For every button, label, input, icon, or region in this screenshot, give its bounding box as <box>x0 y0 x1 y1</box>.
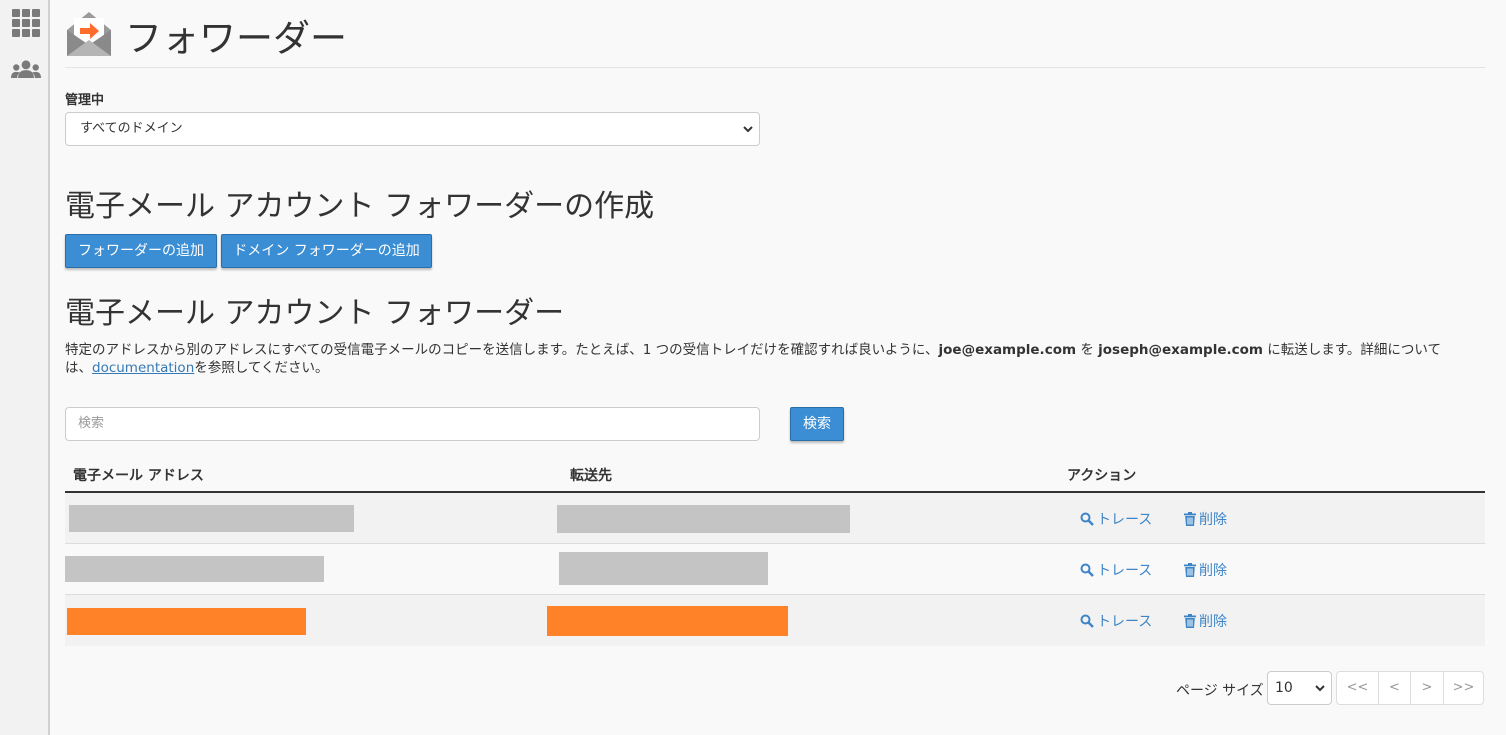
trace-label: トレース <box>1097 614 1153 630</box>
description-text-4: を参照してください。 <box>194 360 329 376</box>
redacted-destination <box>557 505 850 533</box>
description-text-2: を <box>1076 342 1099 358</box>
page-header: フォワーダー <box>65 10 1485 68</box>
page-size-select[interactable]: 10 <box>1267 671 1332 705</box>
forwarders-table: 電子メール アドレス 転送先 アクション トレース 削除 トレース 削除 トレー… <box>65 456 1485 646</box>
trace-label: トレース <box>1097 512 1153 528</box>
column-header-actions: アクション <box>1067 468 1137 484</box>
table-header: 電子メール アドレス 転送先 アクション <box>65 456 1485 493</box>
search-input[interactable]: 検索 <box>65 407 760 441</box>
add-forwarder-button[interactable]: フォワーダーの追加 <box>65 234 217 268</box>
delete-label: 削除 <box>1199 614 1227 630</box>
page-size-value: 10 <box>1275 680 1293 696</box>
forwarders-description: 特定のアドレスから別のアドレスにすべての受信電子メールのコピーを送信します。たと… <box>65 341 1465 377</box>
email-forward-icon <box>67 12 111 56</box>
sidebar <box>0 0 50 735</box>
redacted-email <box>65 556 324 582</box>
domain-select-value: すべてのドメイン <box>80 121 183 136</box>
trash-icon <box>1184 614 1196 628</box>
redacted-email <box>69 505 354 532</box>
create-forwarder-heading: 電子メール アカウント フォワーダーの作成 <box>65 189 655 224</box>
delete-link[interactable]: 削除 <box>1184 611 1227 631</box>
users-icon[interactable] <box>11 57 41 85</box>
search-input-placeholder: 検索 <box>78 416 105 431</box>
prev-page-button[interactable]: < <box>1378 672 1410 704</box>
last-page-button[interactable]: >> <box>1443 672 1483 704</box>
search-button[interactable]: 検索 <box>790 407 844 441</box>
managing-label: 管理中 <box>65 93 105 108</box>
trace-link[interactable]: トレース <box>1080 611 1152 631</box>
chevron-down-icon <box>743 126 753 133</box>
redacted-destination <box>547 606 788 636</box>
table-row: トレース 削除 <box>65 544 1485 595</box>
pagination: << < > >> <box>1336 671 1484 705</box>
delete-link[interactable]: 削除 <box>1184 560 1227 580</box>
table-row: トレース 削除 <box>65 595 1485 646</box>
column-header-email[interactable]: 電子メール アドレス <box>73 465 204 485</box>
page-size-label: ページ サイズ <box>1176 683 1264 699</box>
trace-label: トレース <box>1097 563 1153 579</box>
trace-link[interactable]: トレース <box>1080 560 1152 580</box>
main-content: フォワーダー 管理中 すべてのドメイン 電子メール アカウント フォワーダーの作… <box>65 0 1485 735</box>
table-row: トレース 削除 <box>65 493 1485 544</box>
next-page-button[interactable]: > <box>1410 672 1443 704</box>
description-email-1: joe@example.com <box>938 342 1077 358</box>
delete-label: 削除 <box>1199 563 1227 579</box>
redacted-destination <box>559 552 768 585</box>
description-email-2: joseph@example.com <box>1098 342 1263 358</box>
page-title: フォワーダー <box>125 17 347 60</box>
grid-icon[interactable] <box>11 9 41 37</box>
chevron-down-icon <box>1315 685 1325 692</box>
trash-icon <box>1184 512 1196 526</box>
documentation-link[interactable]: documentation <box>92 360 194 376</box>
search-icon <box>1080 563 1094 577</box>
first-page-button[interactable]: << <box>1337 672 1378 704</box>
search-icon <box>1080 512 1094 526</box>
add-domain-forwarder-button[interactable]: ドメイン フォワーダーの追加 <box>221 234 432 268</box>
trash-icon <box>1184 563 1196 577</box>
delete-link[interactable]: 削除 <box>1184 509 1227 529</box>
delete-label: 削除 <box>1199 512 1227 528</box>
forwarders-list-heading: 電子メール アカウント フォワーダー <box>65 296 565 331</box>
redacted-email <box>67 608 306 635</box>
domain-select[interactable]: すべてのドメイン <box>65 112 760 146</box>
column-header-forward-to[interactable]: 転送先 <box>570 465 612 485</box>
trace-link[interactable]: トレース <box>1080 509 1152 529</box>
description-text-1: 特定のアドレスから別のアドレスにすべての受信電子メールのコピーを送信します。たと… <box>65 342 939 358</box>
search-icon <box>1080 614 1094 628</box>
